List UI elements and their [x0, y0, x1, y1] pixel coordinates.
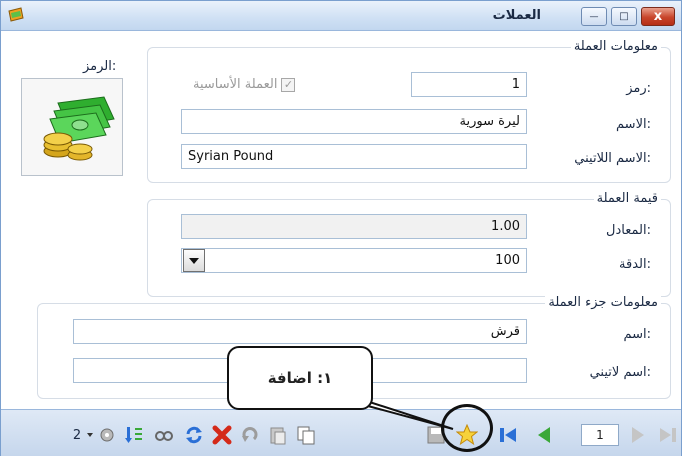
highlight-circle — [441, 404, 493, 452]
annotation-callout: ١: اضافة — [227, 346, 373, 410]
currencies-window: العملات x □ — معلومات العملة رمز: 1 العم… — [0, 0, 682, 456]
callout-text: ١: اضافة — [267, 369, 333, 387]
